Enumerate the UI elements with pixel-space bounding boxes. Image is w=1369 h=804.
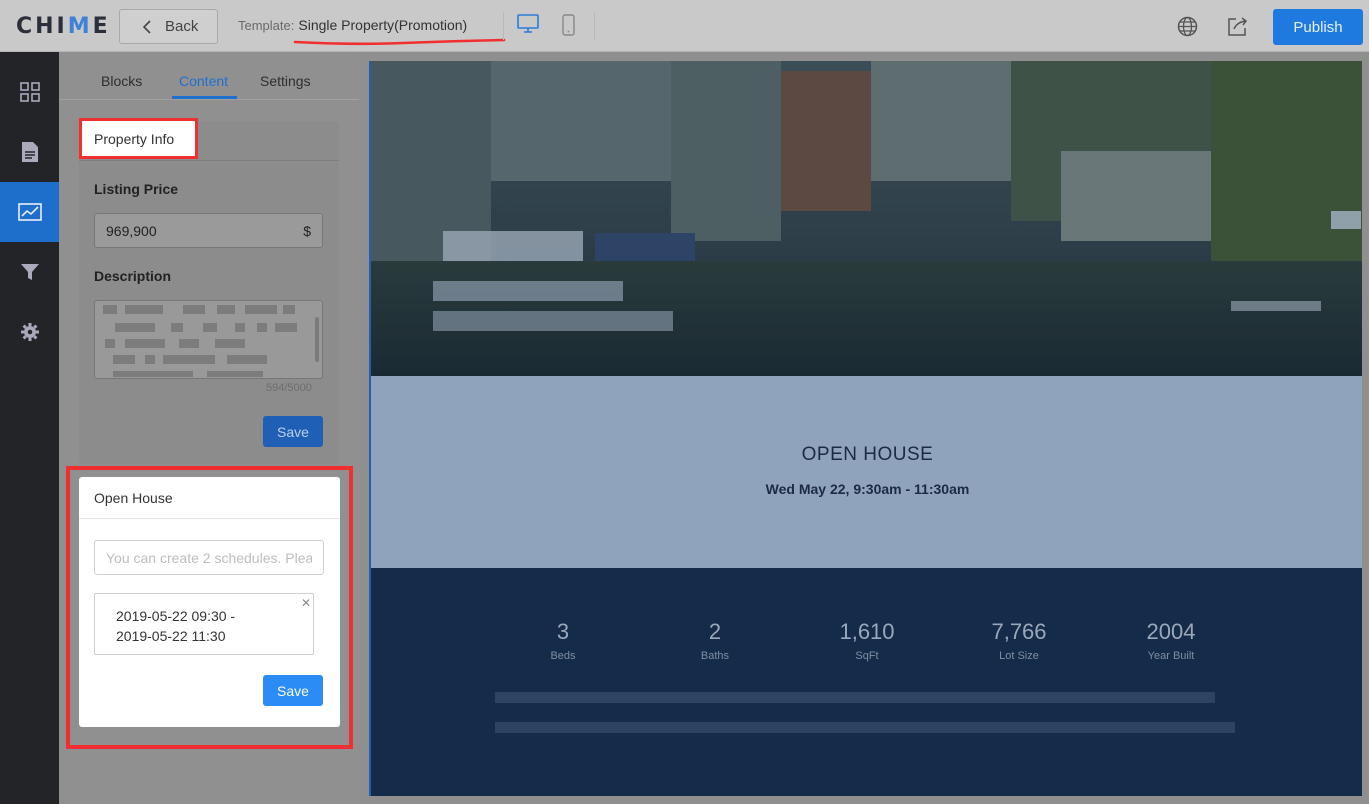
stat-baths: 2 Baths [655,619,775,662]
grid-icon [19,82,40,102]
editor-panel: Blocks Content Settings Property Info Li… [59,52,359,804]
back-label: Back [165,18,199,35]
property-stats-section [371,568,1362,796]
template-name: Single Property(Promotion) [298,17,468,33]
open-house-time: Wed May 22, 9:30am - 11:30am [765,481,970,497]
property-info-save-button[interactable]: Save [263,416,323,447]
property-info-card [79,121,339,464]
desktop-view-button[interactable] [517,14,539,39]
stat-label: Year Built [1147,650,1195,662]
open-house-card: Open House 2019-05-22 09:30 - 2019-05-22… [79,477,340,727]
filter-icon [20,264,39,280]
share-button[interactable] [1227,16,1248,42]
back-button[interactable]: Back [119,9,218,44]
page-preview: OPEN HOUSE Wed May 22, 9:30am - 11:30am … [369,61,1362,796]
character-counter: 594/5000 [266,382,312,394]
stat-sqft: 1,610 SqFt [807,619,927,662]
hero-image [371,61,1362,376]
chevron-left-icon [142,19,151,34]
nav-settings[interactable] [0,302,59,362]
open-house-save-button[interactable]: Save [263,675,323,706]
panel-tabs: Blocks Content Settings [59,52,359,100]
schedule-end: 2019-05-22 11:30 [116,628,226,644]
stat-lot-size: 7,766 Lot Size [959,619,1079,662]
gear-icon [20,323,39,341]
listing-price-input[interactable]: 969,900 $ [94,213,323,248]
stat-beds: 3 Beds [503,619,623,662]
tab-blocks[interactable]: Blocks [101,73,142,89]
tab-content[interactable]: Content [179,73,228,89]
description-label: Description [94,268,172,284]
stat-value: 2004 [1146,619,1196,644]
top-bar: CHIME Back Template: Single Property(Prom… [0,0,1369,52]
nav-analytics[interactable] [0,182,59,242]
schedule-entry[interactable]: 2019-05-22 09:30 - 2019-05-22 11:30 ✕ [94,593,314,655]
nav-dashboard[interactable] [0,62,59,122]
chart-icon [17,203,42,221]
chime-logo[interactable]: CHIME [16,14,111,39]
document-icon [21,142,38,162]
left-nav [0,52,59,804]
tab-settings[interactable]: Settings [260,73,311,89]
globe-icon [1177,16,1198,37]
globe-button[interactable] [1177,16,1198,42]
price-value: 969,900 [106,222,157,239]
red-underline-annotation [293,38,506,46]
stat-value: 2 [708,619,722,644]
stat-value: 1,610 [839,619,895,644]
mobile-view-button[interactable] [562,14,575,41]
divider [503,12,504,40]
publish-button[interactable]: Publish [1273,9,1363,45]
open-house-title: Open House [79,477,340,519]
desktop-icon [517,14,539,33]
stat-label: Beds [550,650,576,662]
listing-price-label: Listing Price [94,181,179,197]
stat-value: 7,766 [991,619,1047,644]
template-selector[interactable]: Template: Single Property(Promotion) [238,17,467,33]
schedule-input[interactable] [94,540,324,575]
description-textarea[interactable] [94,300,323,379]
stat-value: 3 [556,619,570,644]
stat-label: Lot Size [999,650,1039,662]
divider [594,12,595,40]
description-scrollbar[interactable] [315,317,319,362]
active-tab-indicator [172,96,237,99]
schedule-start: 2019-05-22 09:30 - [116,608,236,624]
open-house-heading: OPEN HOUSE [801,444,934,465]
mobile-icon [562,14,575,36]
template-label: Template: [238,18,295,33]
currency-symbol: $ [303,222,311,239]
stat-label: SqFt [855,650,879,662]
stat-year-built: 2004 Year Built [1111,619,1231,662]
close-icon[interactable]: ✕ [301,593,311,613]
nav-documents[interactable] [0,122,59,182]
property-info-title: Property Info [79,118,198,159]
stat-label: Baths [700,650,730,662]
open-house-section [371,376,1362,568]
share-icon [1228,17,1248,36]
nav-filter[interactable] [0,242,59,302]
